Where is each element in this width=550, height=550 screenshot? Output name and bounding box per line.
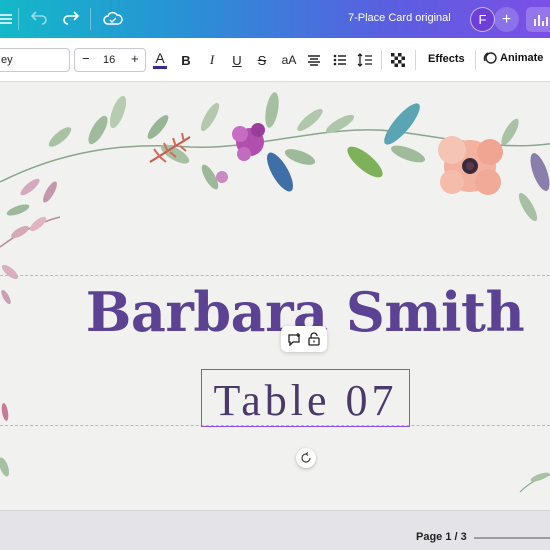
checkerboard-icon [391, 53, 405, 67]
guest-name-text[interactable]: Barbara Smith [0, 280, 550, 344]
table-number-text[interactable]: Table 07 [202, 375, 409, 426]
editor-top-bar: 7-Place Card original F + [0, 0, 550, 38]
font-name: ey [1, 54, 13, 66]
menu-icon[interactable] [0, 8, 16, 30]
strikethrough-icon: S [257, 52, 267, 68]
bottom-status-bar: Page 1 / 3 [0, 510, 550, 550]
text-color-letter: A [155, 50, 165, 66]
rotate-icon [301, 452, 311, 463]
add-comment-icon[interactable] [287, 332, 301, 346]
bold-button[interactable]: B [179, 51, 193, 69]
bold-icon: B [181, 52, 191, 68]
align-icon [308, 55, 320, 66]
add-collaborator-button[interactable]: + [494, 7, 519, 32]
design-canvas[interactable]: Barbara Smith Table 07 [0, 82, 550, 510]
cloud-save-icon[interactable] [102, 8, 124, 30]
list-button[interactable] [332, 51, 348, 69]
effects-button[interactable]: Effects [428, 53, 465, 65]
italic-button[interactable]: I [205, 51, 219, 69]
user-avatar[interactable]: F [470, 7, 495, 32]
redo-icon[interactable] [60, 8, 82, 30]
text-color-swatch [153, 66, 167, 69]
element-quick-actions [281, 326, 327, 352]
page-indicator[interactable]: Page 1 / 3 [416, 531, 467, 543]
insights-button[interactable] [526, 7, 550, 32]
text-align-button[interactable] [306, 51, 322, 69]
underline-button[interactable]: U [230, 51, 244, 69]
letter-case-button[interactable]: aA [279, 51, 299, 69]
text-color-button[interactable]: A [152, 51, 168, 69]
lock-icon[interactable] [307, 332, 321, 346]
document-title[interactable]: 7-Place Card original [348, 12, 451, 24]
plus-icon: + [501, 10, 512, 28]
line-spacing-icon [357, 53, 372, 67]
animate-icon [483, 52, 497, 64]
divider [415, 50, 416, 70]
underline-icon: U [232, 52, 242, 68]
bar-chart-icon [534, 14, 548, 26]
font-family-dropdown[interactable]: ey [0, 48, 70, 72]
zoom-slider[interactable] [474, 537, 550, 539]
divider [18, 8, 19, 30]
letter-case-icon: aA [281, 53, 297, 67]
table-number-textbox[interactable]: Table 07 [201, 369, 410, 427]
rotate-handle[interactable] [296, 448, 316, 468]
increase-size-button[interactable]: + [131, 51, 139, 66]
avatar-initial: F [478, 12, 487, 27]
font-size-stepper: − 16 + [74, 48, 146, 72]
decrease-size-button[interactable]: − [82, 51, 90, 66]
strikethrough-button[interactable]: S [255, 51, 269, 69]
text-format-toolbar: ey − 16 + A B I U S aA Effects Animate [0, 38, 550, 82]
font-size-value[interactable]: 16 [103, 54, 115, 66]
spacing-button[interactable] [357, 51, 373, 69]
italic-icon: I [209, 52, 215, 67]
divider [381, 50, 382, 70]
animate-button[interactable]: Animate [483, 51, 543, 65]
divider [475, 50, 476, 70]
animate-label: Animate [500, 52, 544, 64]
divider [90, 8, 91, 30]
undo-icon[interactable] [28, 8, 50, 30]
transparency-button[interactable] [390, 51, 406, 69]
guide-line [0, 275, 550, 276]
list-icon [333, 54, 346, 66]
